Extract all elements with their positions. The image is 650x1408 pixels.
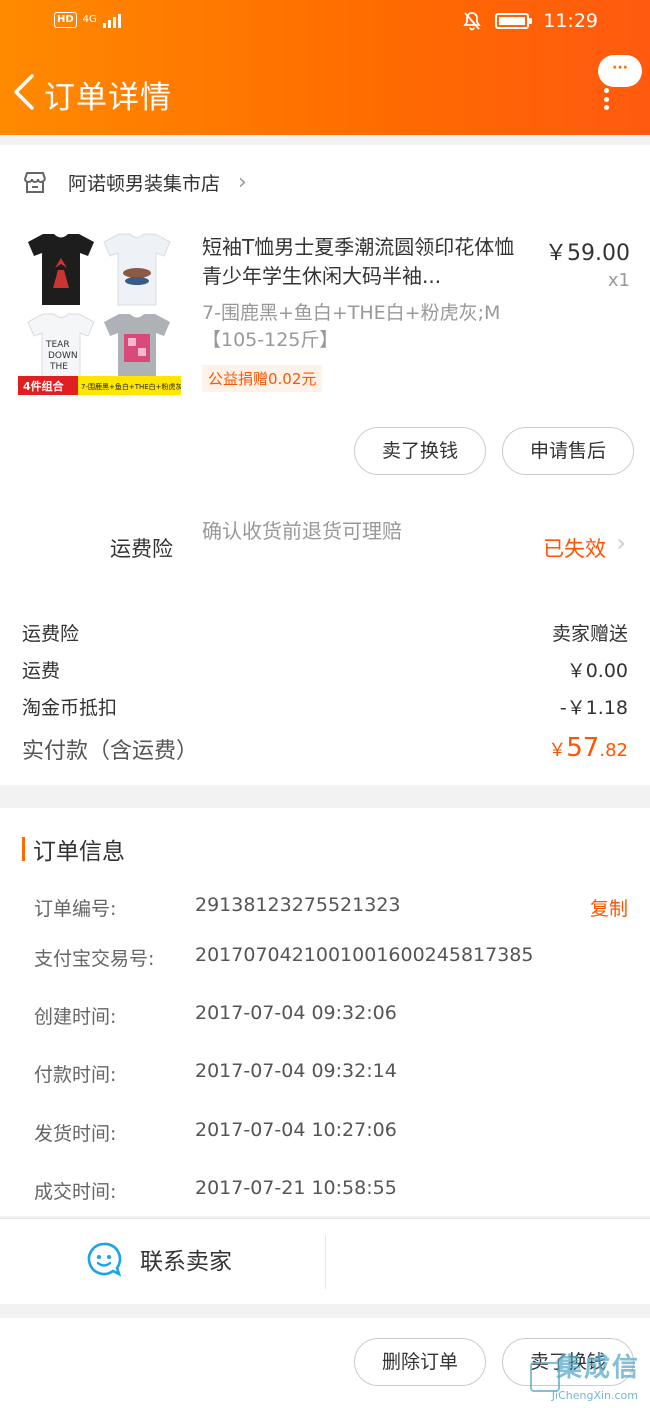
hd-indicator: HD — [54, 12, 77, 28]
paid-label: 实付款（含运费） — [22, 739, 199, 764]
info-value: 2017070421001001600245817385 — [195, 944, 534, 966]
info-value: 2017-07-04 09:32:06 — [195, 1002, 397, 1024]
more-menu-icon[interactable] — [604, 88, 610, 110]
info-value: 29138123275521323 — [195, 894, 401, 916]
footer-actions: 删除订单 卖了换钱 集成信 JiChengXin.com — [0, 1318, 650, 1408]
paid-amount: ￥57.82 — [548, 733, 628, 763]
accent-bar — [22, 837, 25, 861]
app-header: HD 4G 11:29 订单详情 ··· — [0, 0, 650, 135]
signal-icon — [102, 12, 121, 28]
info-label: 成交时间: — [34, 1181, 117, 1203]
cost-label: 运费 — [22, 660, 61, 682]
section-heading: 订单信息 — [22, 834, 125, 865]
svg-text:TEAR: TEAR — [45, 340, 70, 350]
thumb-caption: 7-围鹿黑+鱼白+THE白+粉虎灰 — [81, 382, 181, 391]
mute-bell-icon — [463, 12, 481, 31]
battery-icon — [495, 13, 533, 29]
order-info-title: 订单信息 — [33, 839, 125, 865]
product-thumbnail[interactable]: TEAR DOWN THE 4件组合 7-围鹿黑+鱼白+THE白+粉虎灰 — [18, 230, 181, 395]
cost-value: 卖家赠送 — [551, 623, 628, 645]
product-title[interactable]: 短袖T恤男士夏季潮流圆领印花体恤青少年学生休闲大码半袖... — [202, 233, 527, 291]
cost-label: 运费险 — [22, 623, 80, 645]
chat-face-icon — [87, 1242, 122, 1277]
contact-seller-button[interactable]: 联系卖家 — [86, 1241, 232, 1277]
cost-label: 淘金币抵扣 — [22, 697, 118, 719]
order-info-section: 订单信息 订单编号: 29138123275521323 复制 支付宝交易号: … — [0, 808, 650, 1216]
insurance-label: 运费险 — [110, 537, 173, 561]
page-title: 订单详情 — [44, 80, 172, 116]
store-name: 阿诺顿男装集市店 — [68, 172, 221, 195]
product-price: ￥59.00 — [545, 241, 630, 266]
thumb-badge: 4件组合 — [23, 379, 65, 393]
clock: 11:29 — [543, 10, 598, 32]
store-icon — [24, 172, 46, 193]
product-quantity: x1 — [607, 270, 630, 291]
charity-badge: 公益捐赠0.02元 — [202, 365, 323, 392]
info-label: 发货时间: — [34, 1123, 117, 1145]
info-value: 2017-07-04 09:32:14 — [195, 1060, 397, 1082]
cost-row: 运费险 卖家赠送 — [22, 619, 628, 646]
info-value: 2017-07-21 10:58:55 — [195, 1177, 397, 1199]
back-arrow-icon[interactable] — [10, 72, 40, 112]
cost-row: 淘金币抵扣 -￥1.18 — [22, 693, 628, 720]
paid-row: 实付款（含运费） ￥57.82 — [22, 733, 628, 765]
copy-button[interactable]: 复制 — [590, 894, 628, 921]
store-row[interactable]: 阿诺顿男装集市店 › — [22, 167, 247, 197]
divider — [325, 1235, 326, 1289]
status-bar: HD 4G 11:29 — [0, 0, 650, 48]
chevron-right-icon: › — [238, 169, 247, 195]
info-label: 订单编号: — [34, 898, 117, 920]
insurance-status[interactable]: 已失效 — [543, 533, 606, 563]
info-value: 2017-07-04 10:27:06 — [195, 1119, 397, 1141]
message-bubble-icon[interactable]: ··· — [598, 55, 642, 87]
contact-seller-label: 联系卖家 — [140, 1249, 232, 1275]
watermark-sub: JiChengXin.com — [551, 1389, 638, 1402]
svg-text:DOWN: DOWN — [48, 351, 78, 361]
info-label: 创建时间: — [34, 1006, 117, 1028]
after-sales-button[interactable]: 申请售后 — [502, 427, 634, 475]
cost-value: -￥1.18 — [559, 697, 628, 719]
network-type: 4G — [82, 14, 97, 25]
contact-bar: 联系卖家 — [0, 1218, 650, 1304]
cost-value: ￥0.00 — [566, 660, 628, 682]
insurance-desc: 确认收货前退货可理赔 — [202, 519, 402, 543]
cost-row: 运费 ￥0.00 — [22, 656, 628, 683]
delete-order-button[interactable]: 删除订单 — [354, 1338, 486, 1386]
watermark-logo: 集成信 JiChengXin.com — [530, 1353, 646, 1406]
product-sku: 7-围鹿黑+鱼白+THE白+粉虎灰;M【105-125斤】 — [202, 302, 501, 351]
info-label: 支付宝交易号: — [34, 948, 155, 970]
svg-text:THE: THE — [49, 362, 68, 372]
sell-for-cash-button[interactable]: 卖了换钱 — [354, 427, 486, 475]
order-card: 阿诺顿男装集市店 › TEAR DOWN THE 4件组合 7-围鹿黑+鱼白+T… — [0, 145, 650, 785]
info-label: 付款时间: — [34, 1064, 117, 1086]
chevron-right-icon[interactable]: › — [616, 529, 626, 557]
watermark-text: 集成信 — [555, 1353, 640, 1383]
